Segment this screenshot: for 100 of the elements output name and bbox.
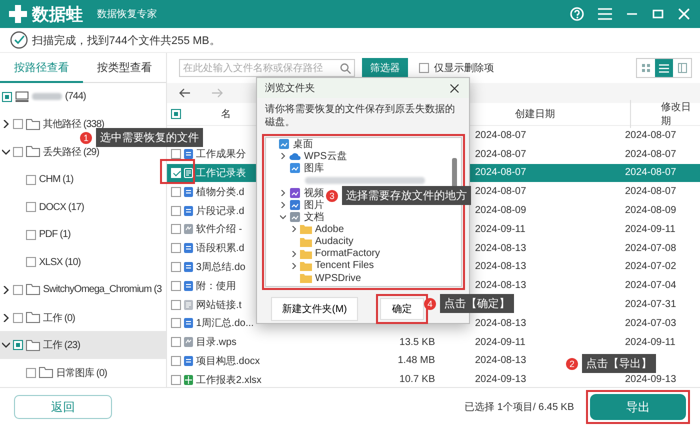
file-name: 1周汇总.do... (196, 316, 254, 330)
back-arrow-icon[interactable] (179, 88, 191, 98)
tree-item[interactable]: 工作 (0) (0, 304, 166, 332)
drive-icon (15, 90, 29, 103)
chevron-right-icon[interactable] (291, 226, 297, 232)
checkbox[interactable] (26, 202, 36, 212)
list-view-button[interactable] (655, 59, 673, 77)
tree-label: 日常图库 (0) (56, 366, 107, 380)
chevron-down-icon[interactable] (280, 214, 286, 220)
folder-label[interactable]: Adobe (315, 224, 344, 235)
file-name: 片段记录.d (196, 204, 244, 218)
checkbox[interactable] (13, 340, 23, 350)
checkbox[interactable] (171, 224, 181, 234)
checkbox[interactable] (171, 186, 181, 197)
tree-item[interactable]: XLSX (10) (0, 248, 166, 276)
column-header[interactable]: 修改日期 (630, 100, 700, 128)
chevron-down-icon[interactable] (2, 148, 10, 156)
created-date: 2024-08-09 (475, 205, 526, 216)
file-name: 网站链接.t (196, 298, 242, 312)
modified-date: 2024-08-07 (625, 186, 676, 198)
checkbox[interactable] (171, 374, 181, 385)
folder-icon (300, 273, 312, 284)
checkbox[interactable] (13, 119, 23, 130)
chevron-right-icon[interactable] (2, 286, 10, 294)
checkbox[interactable] (13, 146, 23, 157)
folder-icon (26, 118, 40, 130)
select-all-checkbox[interactable] (171, 109, 181, 119)
folder-icon (26, 312, 40, 324)
file-icon (184, 224, 193, 234)
tree-item[interactable]: DOCX (17) (0, 193, 166, 221)
tree-item[interactable]: 工作 (23) (0, 331, 166, 359)
folder-label[interactable]: WPS云盘 (304, 149, 347, 164)
checkbox[interactable] (171, 206, 181, 216)
checkbox[interactable] (13, 312, 23, 323)
menu-icon[interactable] (598, 8, 612, 20)
tree-item[interactable]: CHM (1) (0, 166, 166, 194)
folder-label[interactable]: 图库 (304, 161, 324, 176)
modified-date: 2024-09-11 (625, 336, 676, 348)
chevron-right-icon[interactable] (2, 314, 10, 322)
tree-item[interactable]: 日常图库 (0) (0, 358, 166, 387)
close-icon[interactable] (450, 84, 459, 92)
checkbox[interactable] (26, 174, 36, 185)
file-icon (184, 374, 193, 385)
back-button[interactable]: 返回 (14, 395, 112, 419)
tree-label: 工作 (23) (43, 339, 80, 352)
folder-icon (300, 248, 312, 259)
check-circle-icon (10, 31, 28, 49)
maximize-icon[interactable] (652, 8, 664, 20)
selection-summary: 已选择 1个项目/ 6.45 KB (464, 400, 574, 414)
modified-date: 2024-08-07 (625, 130, 676, 141)
step-tooltip: 点击【导出】 (582, 354, 656, 373)
checkbox[interactable] (171, 149, 181, 160)
folder-label[interactable]: 桌面 (293, 138, 313, 152)
checkbox[interactable] (171, 300, 181, 310)
created-date: 2024-08-07 (475, 186, 526, 198)
checkbox[interactable] (171, 318, 181, 328)
checkbox[interactable] (171, 356, 181, 366)
folder-label[interactable]: WPSDrive (315, 272, 362, 284)
file-icon (184, 262, 193, 272)
checkbox[interactable] (2, 92, 12, 102)
chevron-down-icon[interactable] (2, 341, 10, 350)
step-number: 2 (566, 358, 578, 370)
folder-label[interactable]: Tencent Files (315, 260, 374, 272)
checkbox[interactable] (171, 280, 181, 291)
chevron-right-icon[interactable] (280, 190, 286, 196)
chevron-right-icon[interactable] (291, 250, 297, 257)
new-folder-button[interactable]: 新建文件夹(M) (271, 297, 358, 321)
tree-item[interactable]: PDF (1) (0, 220, 166, 249)
checkbox[interactable] (171, 243, 181, 254)
folder-label[interactable]: 图片 (304, 198, 324, 212)
grid-icon (642, 64, 650, 72)
checkbox[interactable] (171, 262, 181, 272)
checkbox[interactable] (419, 63, 429, 73)
help-icon[interactable] (570, 7, 584, 21)
folder-icon (300, 236, 312, 247)
folder-label[interactable]: 文档 (304, 210, 324, 224)
ok-button[interactable]: 确定 (380, 298, 424, 320)
folder-label[interactable]: FormatFactory (315, 248, 380, 260)
file-name: 工作记录表 (196, 166, 246, 180)
chevron-right-icon[interactable] (291, 262, 297, 269)
chevron-right-icon[interactable] (280, 153, 286, 160)
filter-button[interactable]: 筛选器 (362, 58, 408, 78)
tree-label: XLSX (10) (39, 256, 81, 268)
created-date: 2024-09-11 (475, 336, 526, 348)
checkbox[interactable] (26, 368, 36, 378)
checkbox[interactable] (13, 284, 23, 295)
chevron-right-icon[interactable] (2, 120, 10, 128)
checkbox[interactable] (26, 257, 36, 268)
folder-label[interactable]: Audacity (315, 236, 354, 248)
file-icon (184, 186, 193, 197)
tree-item[interactable]: SwitchyOmega_Chromium (3 (0, 276, 166, 304)
checkbox[interactable] (26, 230, 36, 240)
checkbox[interactable] (171, 337, 181, 348)
export-button[interactable]: 导出 (590, 394, 686, 420)
file-icon (184, 300, 193, 310)
modified-date: 2024-07-02 (625, 261, 676, 272)
chevron-right-icon[interactable] (280, 202, 286, 208)
folder-label[interactable]: 视频 (304, 186, 324, 200)
columns-icon (678, 63, 686, 73)
tree-item[interactable]: (744) (0, 83, 166, 111)
